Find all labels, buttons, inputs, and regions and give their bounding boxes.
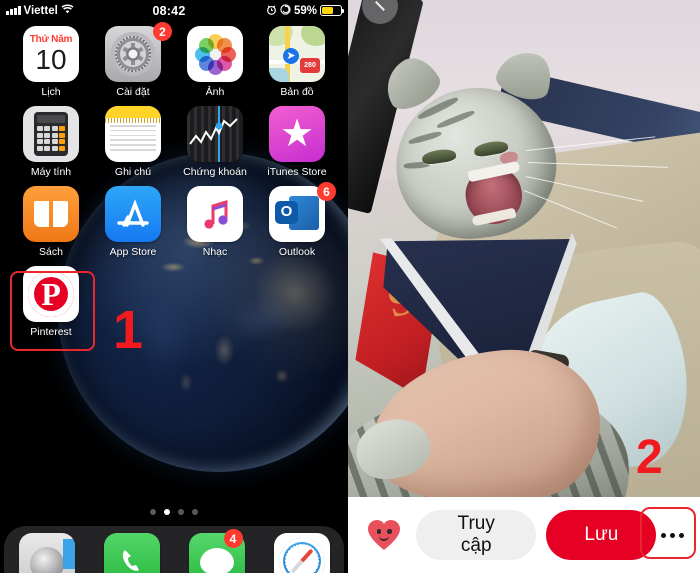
dock-icon-phone[interactable]	[103, 533, 160, 573]
app-label: Máy tính	[30, 166, 72, 178]
app-icon-notes[interactable]: Ghi chú	[92, 106, 174, 178]
heart-smiley-reaction-icon[interactable]	[358, 509, 410, 561]
app-label: Sách	[39, 246, 63, 258]
app-label: App Store	[109, 246, 157, 258]
app-label: Chứng khoán	[183, 166, 247, 178]
app-icon-stocks[interactable]: Chứng khoán	[174, 106, 256, 178]
pinterest-pin-screen: S Truy cập Lưu	[348, 0, 700, 573]
dock-icon-safari[interactable]	[273, 533, 330, 573]
app-icon-calendar[interactable]: Thứ Năm 10 Lịch	[10, 26, 92, 98]
page-dot	[150, 509, 156, 515]
app-label: Outlook	[278, 246, 316, 258]
page-indicator-dots[interactable]	[0, 509, 348, 515]
status-bar-clock: 08:42	[152, 3, 186, 18]
alarm-clock-icon	[266, 4, 277, 18]
app-label: Bản đồ	[280, 86, 314, 98]
stocks-icon	[187, 106, 243, 162]
battery-percent-label: 59%	[293, 4, 317, 17]
photos-flower-icon	[187, 26, 243, 82]
maps-pin-icon: ➤	[283, 48, 299, 64]
phone-icon	[103, 533, 160, 573]
app-label: Cài đặt	[116, 86, 150, 98]
app-label: Ảnh	[205, 86, 225, 98]
page-dot	[192, 509, 198, 515]
annotation-step-2: 2	[636, 431, 663, 484]
rotation-lock-icon	[280, 3, 291, 18]
app-icon-calculator[interactable]: Máy tính	[10, 106, 92, 178]
screenshot-root: Viettel 08:42 59% Thứ Năm 10 Lịch 2 Cài …	[0, 0, 700, 573]
itunes-store-star-icon: ★	[269, 106, 325, 162]
safari-compass-icon	[273, 533, 330, 573]
dock-icon-camera-photos[interactable]	[18, 533, 75, 573]
maps-route-shield: 280	[300, 58, 320, 73]
app-label: Nhạc	[202, 246, 228, 258]
app-label: Lịch	[41, 86, 61, 98]
app-label: iTunes Store	[267, 166, 327, 178]
app-icon-outlook[interactable]: O 6 Outlook	[256, 182, 338, 258]
app-icon-settings[interactable]: 2 Cài đặt	[92, 22, 174, 98]
music-note-icon	[187, 186, 243, 242]
calculator-icon	[23, 106, 79, 162]
app-icon-books[interactable]: Sách	[10, 186, 92, 258]
app-icon-itunes-store[interactable]: ★ iTunes Store	[256, 106, 338, 178]
visit-button[interactable]: Truy cập	[416, 510, 537, 560]
page-dot-active	[164, 509, 170, 515]
page-dot	[178, 509, 184, 515]
dock: 4	[4, 526, 344, 573]
calendar-icon: Thứ Năm 10	[23, 26, 79, 82]
battery-low-power-icon	[320, 5, 345, 16]
dock-icon-messages[interactable]: 4	[188, 529, 245, 573]
signal-bars-icon	[6, 6, 21, 15]
highlight-box-more-options	[640, 507, 696, 559]
iphone-home-screen: Viettel 08:42 59% Thứ Năm 10 Lịch 2 Cài …	[0, 0, 348, 573]
app-icon-music[interactable]: Nhạc	[174, 186, 256, 258]
books-icon	[23, 186, 79, 242]
annotation-step-1: 1	[113, 300, 144, 360]
camera-photos-icon	[18, 533, 75, 573]
app-icon-app-store[interactable]: App Store	[92, 186, 174, 258]
app-label: Ghi chú	[114, 166, 152, 178]
wifi-icon	[61, 4, 74, 17]
app-icon-maps[interactable]: ➤ 280 Bản đồ	[256, 26, 338, 98]
maps-icon: ➤ 280	[269, 26, 325, 82]
carrier-label: Viettel	[23, 4, 58, 17]
calendar-day-label: 10	[35, 44, 67, 75]
pin-photo-cat[interactable]: S	[348, 0, 700, 497]
badge-count: 6	[317, 182, 336, 201]
badge-count: 4	[223, 529, 243, 548]
app-store-icon	[105, 186, 161, 242]
notes-icon	[105, 106, 161, 162]
highlight-box-pinterest	[10, 271, 95, 351]
status-bar: Viettel 08:42 59%	[0, 0, 348, 21]
badge-count: 2	[153, 22, 172, 41]
app-icon-photos[interactable]: Ảnh	[174, 26, 256, 98]
